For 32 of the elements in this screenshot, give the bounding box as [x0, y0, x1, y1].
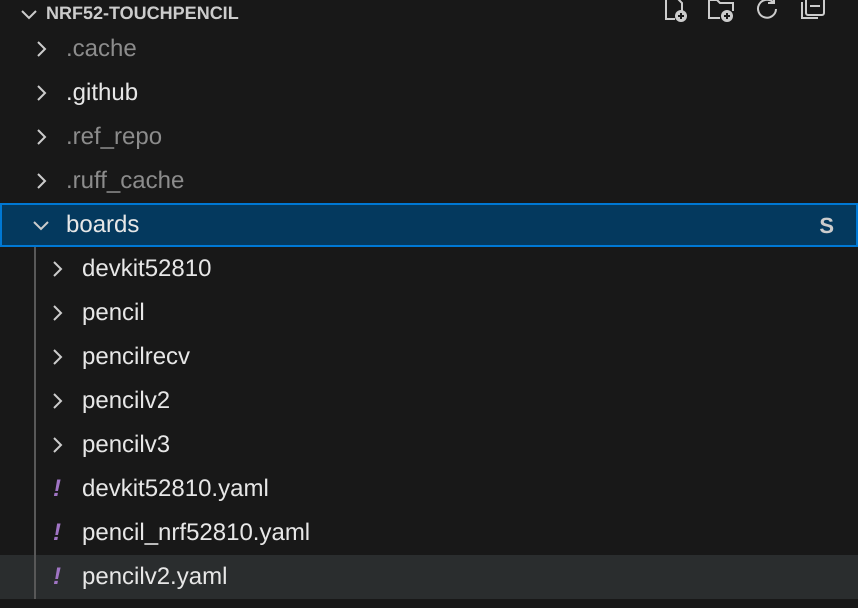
- file-row[interactable]: ! pencilv2.yaml: [0, 555, 858, 599]
- file-row[interactable]: ! pencil_nrf52810.yaml: [0, 511, 858, 555]
- folder-row[interactable]: .ruff_cache: [0, 159, 858, 203]
- folder-name: .github: [66, 81, 138, 105]
- folder-name: .ruff_cache: [66, 169, 184, 193]
- folder-row[interactable]: pencilv3: [0, 423, 858, 467]
- folder-name: boards: [66, 213, 140, 237]
- file-name: devkit52810.yaml: [82, 477, 269, 501]
- new-folder-icon[interactable]: [706, 0, 736, 24]
- folder-row[interactable]: .cache: [0, 27, 858, 71]
- yaml-icon: !: [48, 471, 66, 507]
- folder-name: devkit52810: [82, 257, 212, 281]
- project-title: NRF52-TOUCHPENCIL: [46, 2, 239, 24]
- status-letter: S: [819, 212, 834, 240]
- folder-name: .cache: [66, 37, 137, 61]
- file-name: pencil_nrf52810.yaml: [82, 521, 310, 545]
- folder-row[interactable]: .github: [0, 71, 858, 115]
- file-name: pencilv2.yaml: [82, 565, 228, 589]
- yaml-icon: !: [48, 515, 66, 551]
- yaml-icon: !: [48, 559, 66, 595]
- folder-name: .ref_repo: [66, 125, 162, 149]
- folder-name: pencilrecv: [82, 345, 190, 369]
- folder-name: pencil: [82, 301, 145, 325]
- folder-row[interactable]: pencilrecv: [0, 335, 858, 379]
- folder-name: pencilv2: [82, 389, 170, 413]
- folder-row[interactable]: devkit52810: [0, 247, 858, 291]
- file-row[interactable]: ! devkit52810.yaml: [0, 467, 858, 511]
- folder-row[interactable]: pencilv2: [0, 379, 858, 423]
- folder-row[interactable]: pencil: [0, 291, 858, 335]
- folder-row[interactable]: .ref_repo: [0, 115, 858, 159]
- folder-name: pencilv3: [82, 433, 170, 457]
- folder-row[interactable]: boards S: [0, 203, 858, 247]
